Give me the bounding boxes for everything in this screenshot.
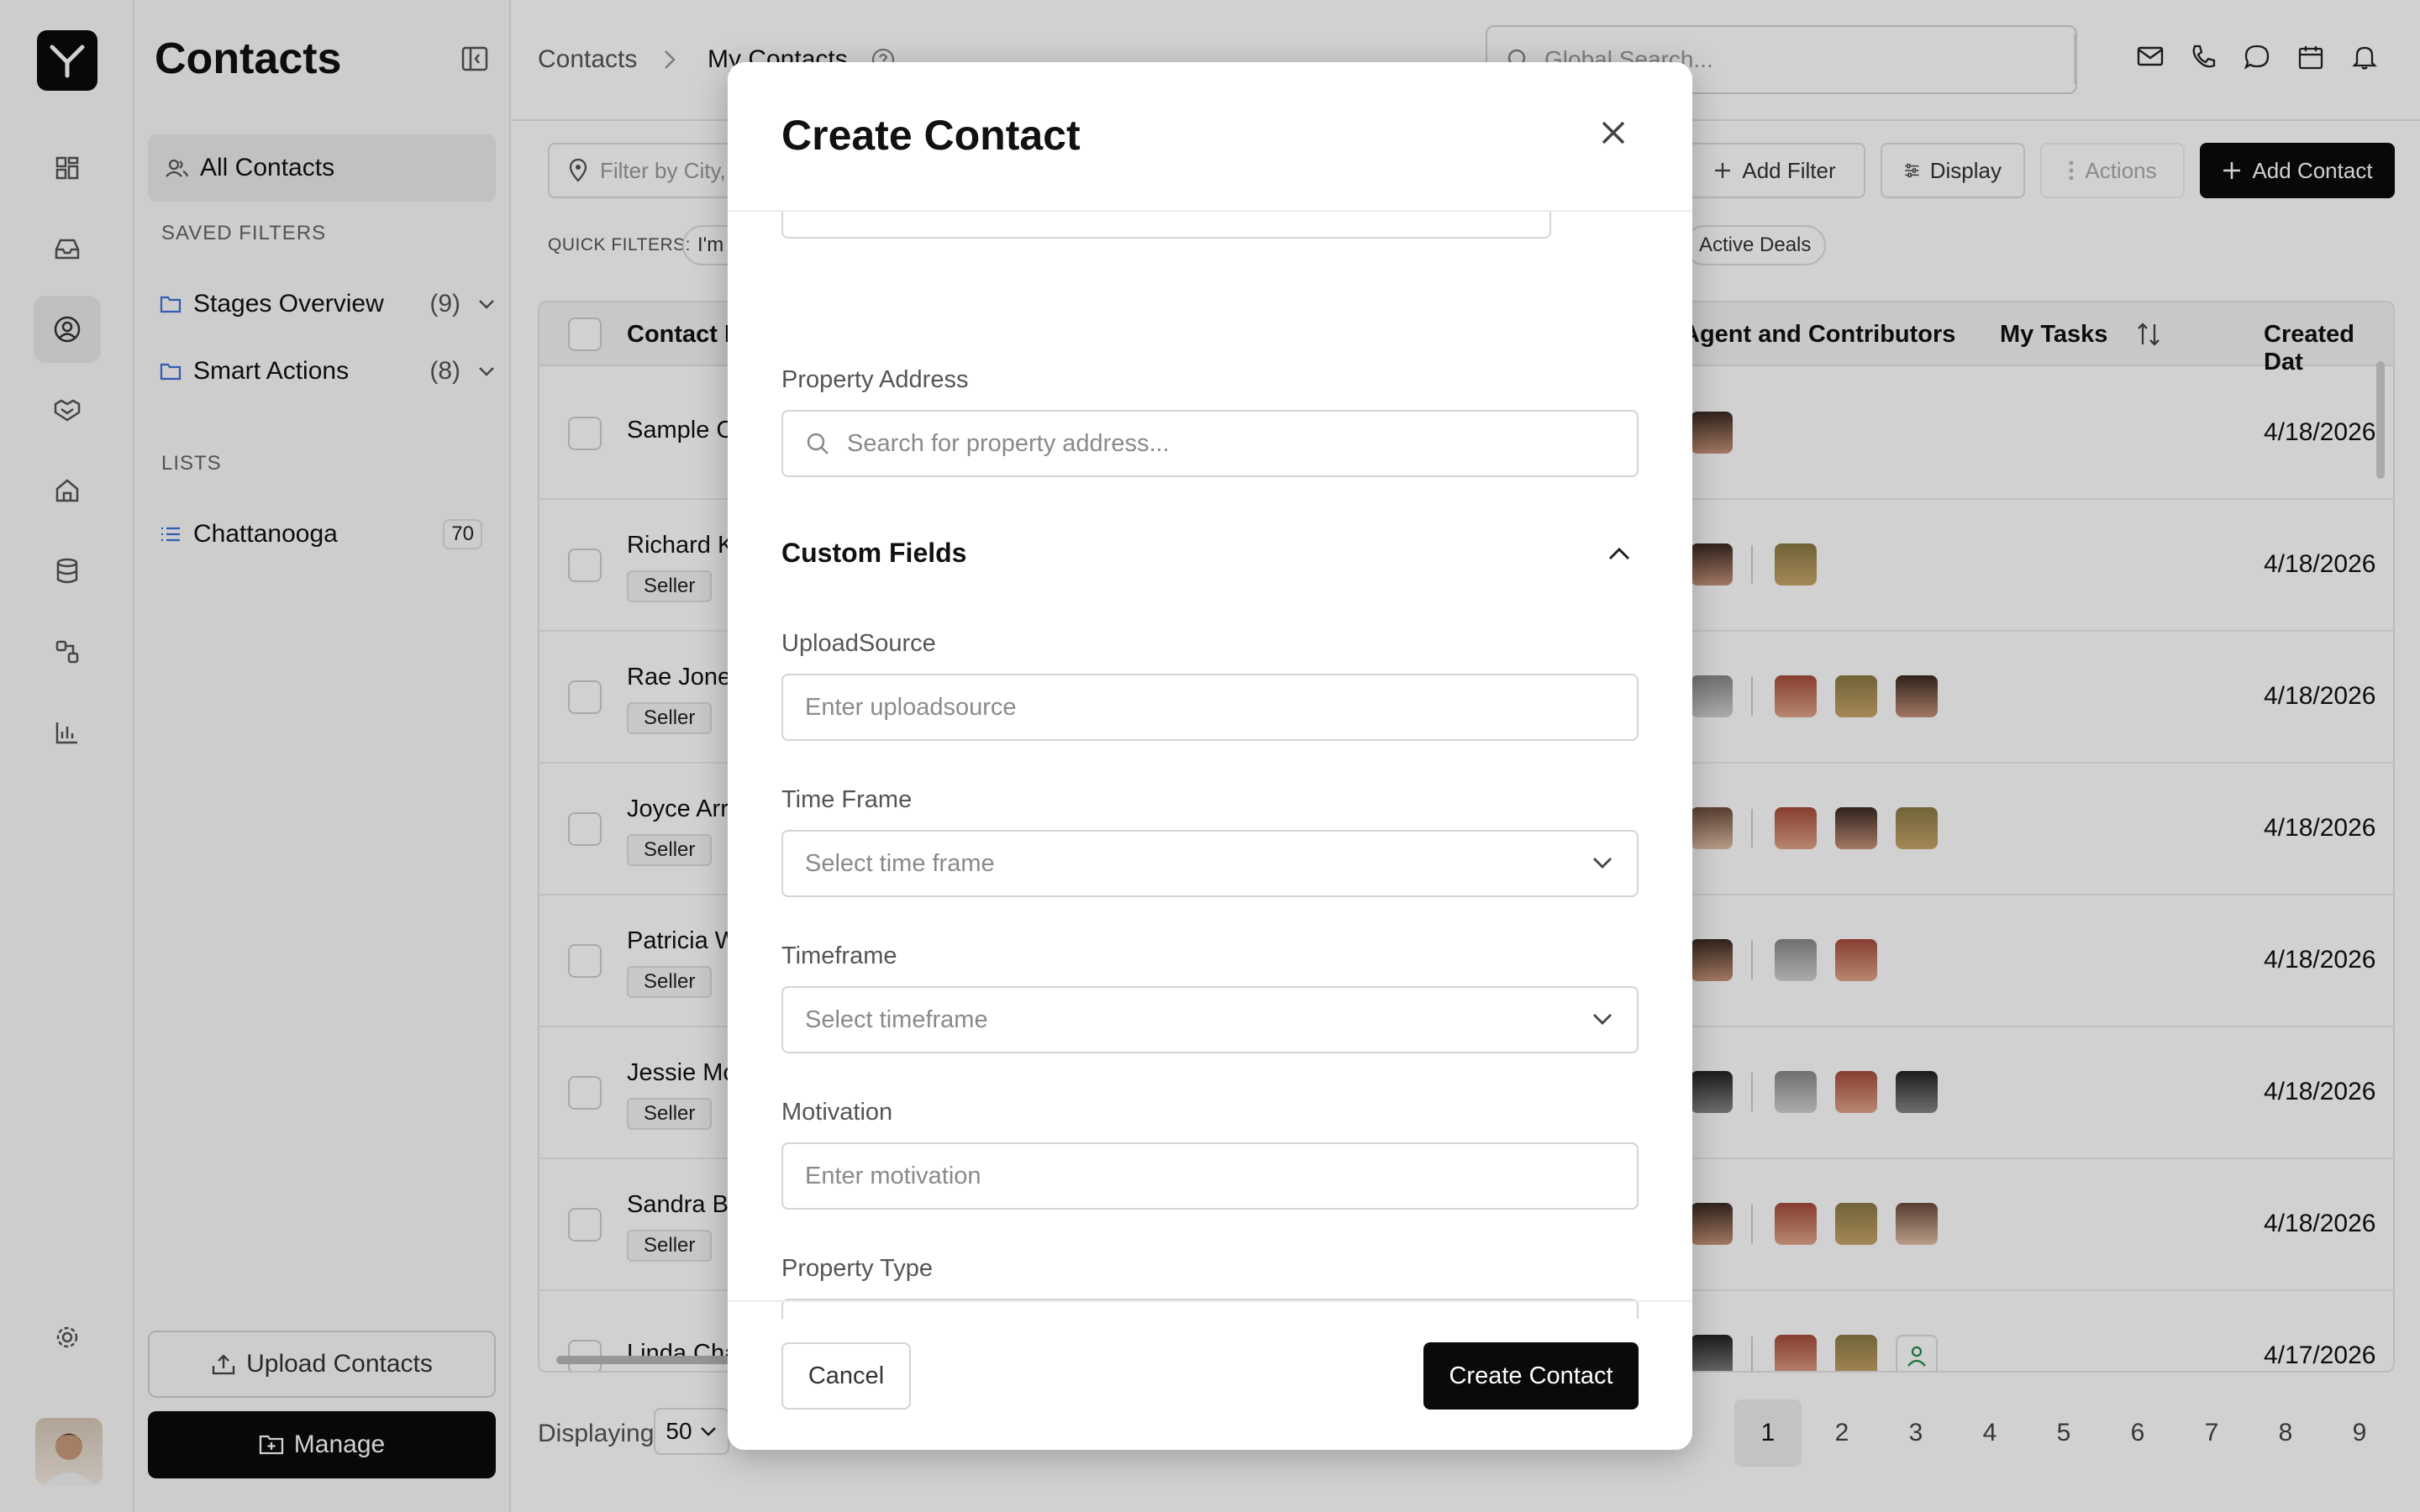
close-icon[interactable] xyxy=(1591,111,1635,155)
property-type-label: Property Type xyxy=(781,1255,934,1282)
time-frame-select[interactable]: Select time frame xyxy=(781,830,1639,897)
timeframe-placeholder: Select timeframe xyxy=(805,1005,988,1033)
upload-source-label: UploadSource xyxy=(781,630,936,657)
previous-field-input[interactable] xyxy=(781,212,1551,239)
create-contact-modal: Create Contact Property Address Search f… xyxy=(728,62,1692,1450)
custom-fields-heading[interactable]: Custom Fields xyxy=(781,538,966,569)
cancel-button[interactable]: Cancel xyxy=(781,1342,911,1410)
modal-body: Property Address Search for property add… xyxy=(728,212,1692,1319)
upload-source-placeholder: Enter uploadsource xyxy=(805,693,1017,721)
motivation-label: Motivation xyxy=(781,1099,893,1126)
property-address-label: Property Address xyxy=(781,366,969,393)
chevron-down-icon xyxy=(1593,858,1612,869)
modal-title: Create Contact xyxy=(781,112,1081,159)
motivation-placeholder: Enter motivation xyxy=(805,1162,981,1189)
property-address-input[interactable]: Search for property address... xyxy=(781,410,1639,477)
property-address-placeholder: Search for property address... xyxy=(847,429,1170,457)
motivation-input[interactable]: Enter motivation xyxy=(781,1142,1639,1210)
chevron-down-icon xyxy=(1593,1014,1612,1025)
timeframe-select[interactable]: Select timeframe xyxy=(781,986,1639,1053)
modal-footer-divider xyxy=(728,1300,1692,1302)
timeframe-label: Timeframe xyxy=(781,942,897,969)
upload-source-input[interactable]: Enter uploadsource xyxy=(781,674,1639,741)
time-frame-label: Time Frame xyxy=(781,786,913,813)
create-contact-button[interactable]: Create Contact xyxy=(1423,1342,1639,1410)
time-frame-placeholder: Select time frame xyxy=(805,849,995,877)
search-icon xyxy=(807,433,829,454)
chevron-up-icon[interactable] xyxy=(1607,544,1632,563)
